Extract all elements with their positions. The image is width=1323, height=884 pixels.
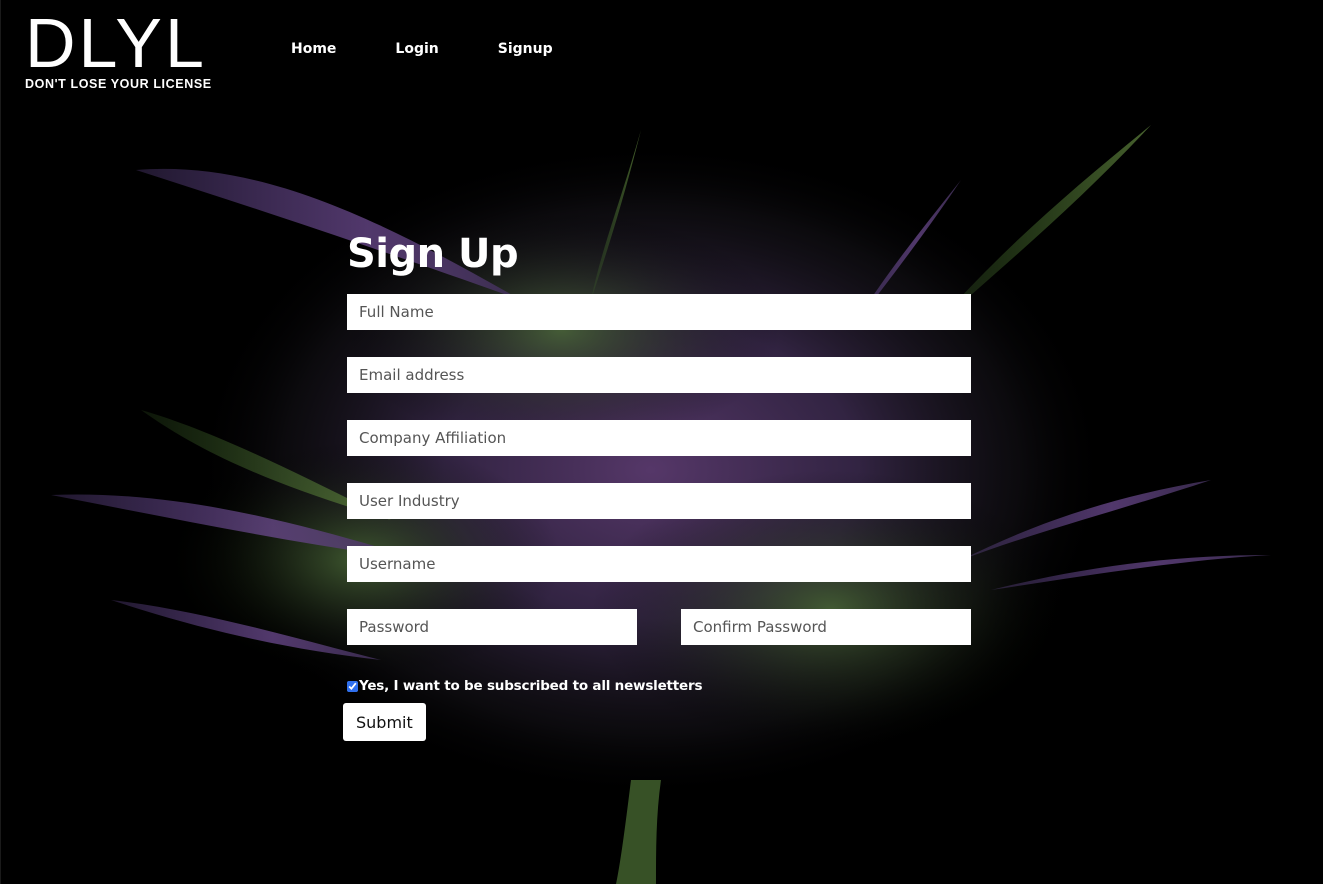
email-input[interactable] [347,357,971,393]
nav-home-link[interactable]: Home [291,41,336,57]
signup-page: DLYL DON'T LOSE YOUR LICENSE Home Login … [0,0,1323,884]
password-row [347,609,971,645]
main-nav: Home Login Signup [291,41,612,57]
password-input[interactable] [347,609,637,645]
signup-form: Sign Up Yes, I want to be subscribed to … [343,228,971,741]
nav-signup-link[interactable]: Signup [498,41,553,57]
username-input[interactable] [347,546,971,582]
newsletter-label[interactable]: Yes, I want to be subscribed to all news… [359,678,702,694]
logo-mark: DLYL [25,4,207,82]
full-name-input[interactable] [347,294,971,330]
user-industry-input[interactable] [347,483,971,519]
page-title: Sign Up [347,231,519,277]
submit-button[interactable]: Submit [343,703,426,741]
nav-login-link[interactable]: Login [395,41,438,57]
company-affiliation-input[interactable] [347,420,971,456]
logo-tagline: DON'T LOSE YOUR LICENSE [25,77,212,91]
confirm-password-input[interactable] [681,609,971,645]
newsletter-checkbox[interactable] [347,680,358,692]
newsletter-option: Yes, I want to be subscribed to all news… [347,678,971,694]
brand-logo[interactable]: DLYL DON'T LOSE YOUR LICENSE [25,4,212,91]
